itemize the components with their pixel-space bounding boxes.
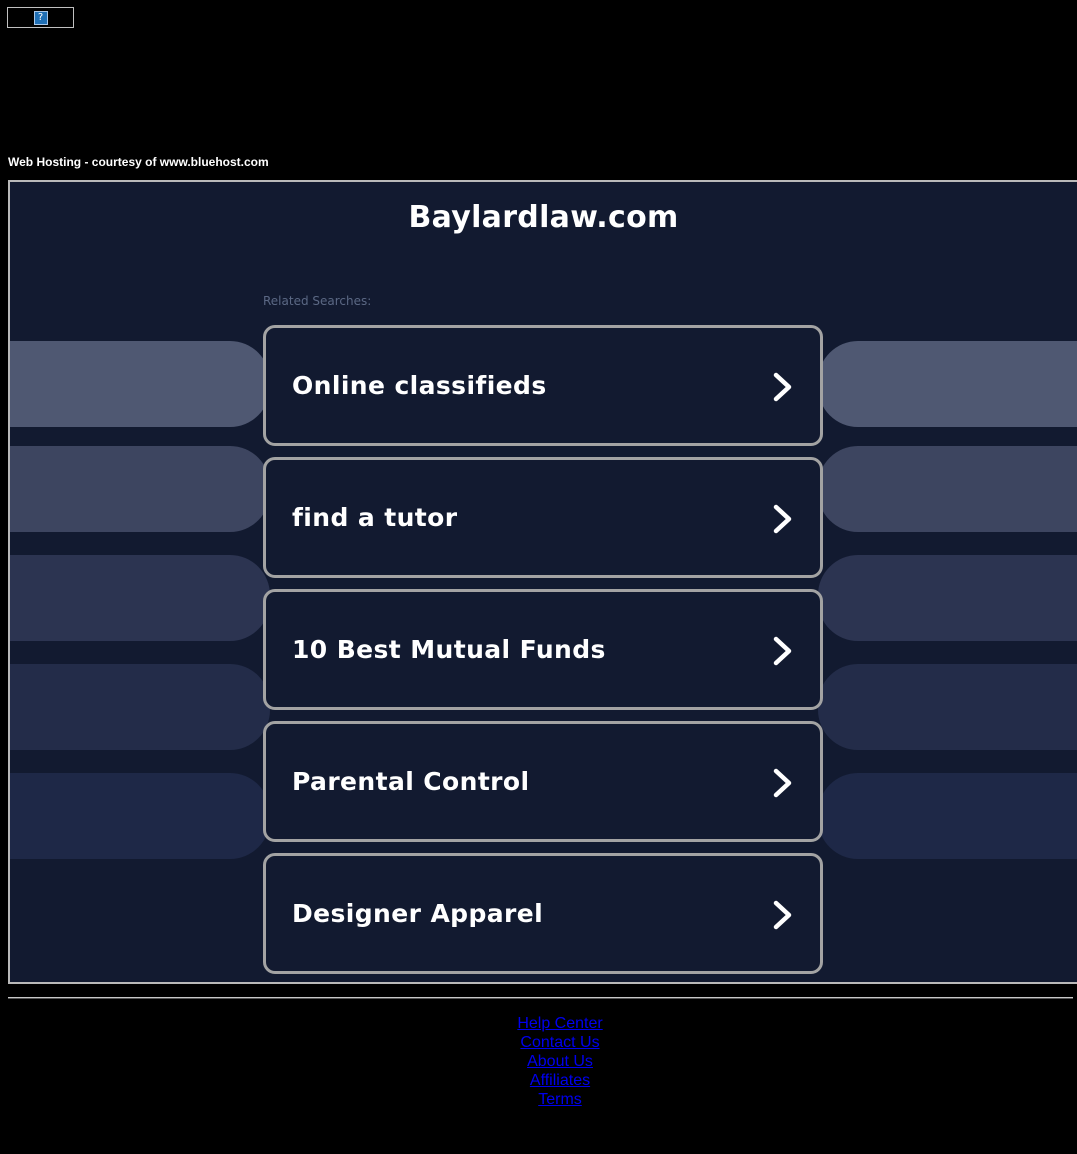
affiliates-link[interactable]: Affiliates <box>530 1071 590 1090</box>
top-banner[interactable]: ? <box>7 7 74 28</box>
help-center-link[interactable]: Help Center <box>517 1014 602 1033</box>
search-label: 10 Best Mutual Funds <box>292 635 606 664</box>
decorative-pill-left <box>10 446 270 532</box>
about-us-link[interactable]: About Us <box>527 1052 593 1071</box>
hosting-note: Web Hosting - courtesy of www.bluehost.c… <box>8 155 269 169</box>
related-search-10-best-mutual-funds[interactable]: 10 Best Mutual Funds <box>263 589 823 710</box>
decorative-pill-left <box>10 555 270 641</box>
decorative-pill-right <box>818 664 1077 750</box>
decorative-pill-right <box>818 773 1077 859</box>
domain-title: Baylardlaw.com <box>408 200 679 235</box>
related-search-designer-apparel[interactable]: Designer Apparel <box>263 853 823 974</box>
chevron-right-icon <box>773 372 792 402</box>
decorative-pill-left <box>10 341 270 427</box>
chevron-right-icon <box>773 636 792 666</box>
decorative-pill-right <box>818 555 1077 641</box>
related-search-parental-control[interactable]: Parental Control <box>263 721 823 842</box>
terms-link[interactable]: Terms <box>538 1090 582 1109</box>
related-searches-label: Related Searches: <box>263 294 372 308</box>
search-label: Designer Apparel <box>292 899 544 928</box>
related-search-online-classifieds[interactable]: Online classifieds <box>263 325 823 446</box>
related-search-find-a-tutor[interactable]: find a tutor <box>263 457 823 578</box>
decorative-pill-left <box>10 664 270 750</box>
chevron-right-icon <box>773 504 792 534</box>
decorative-pill-right <box>818 341 1077 427</box>
footer-divider <box>8 997 1073 999</box>
parked-domain-frame: Baylardlaw.com Related Searches: Online … <box>8 180 1077 984</box>
search-label: find a tutor <box>292 503 458 532</box>
decorative-pill-left <box>10 773 270 859</box>
contact-us-link[interactable]: Contact Us <box>520 1033 599 1052</box>
broken-image-icon[interactable]: ? <box>33 10 48 25</box>
search-label: Parental Control <box>292 767 530 796</box>
chevron-right-icon <box>773 900 792 930</box>
decorative-pill-right <box>818 446 1077 532</box>
search-label: Online classifieds <box>292 371 547 400</box>
footer-links: Help Center Contact Us About Us Affiliat… <box>0 1014 1077 1109</box>
chevron-right-icon <box>773 768 792 798</box>
